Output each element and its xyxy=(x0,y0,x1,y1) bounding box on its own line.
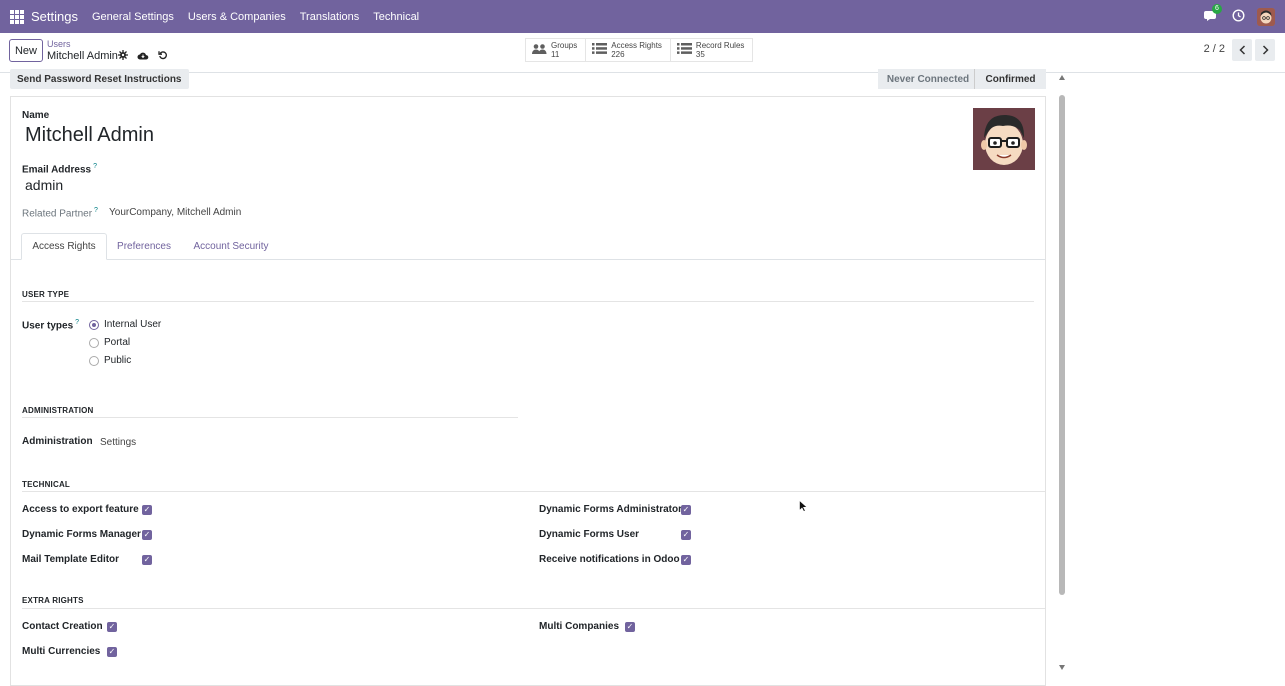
groups-label: Groups xyxy=(551,41,578,50)
groups-smart-button[interactable]: Groups 11 xyxy=(526,39,587,61)
stage-never-connected[interactable]: Never Connected xyxy=(878,69,978,89)
section-user-type: USER TYPE xyxy=(22,290,70,299)
pager-next-button[interactable] xyxy=(1255,39,1275,61)
multi-companies-label: Multi Companies xyxy=(539,621,620,632)
receive-notifications-checkbox[interactable]: ✓ xyxy=(681,555,691,565)
user-photo[interactable] xyxy=(973,108,1035,170)
section-technical: TECHNICAL xyxy=(22,480,71,489)
record-rules-smart-button[interactable]: Record Rules 35 xyxy=(670,39,753,61)
mouse-cursor-icon xyxy=(799,500,807,512)
radio-label: Portal xyxy=(104,337,131,348)
control-panel: New Users Mitchell Admin Groups 11 Acces… xyxy=(0,33,1285,73)
multi-currencies-label: Multi Currencies xyxy=(22,646,101,657)
list-icon xyxy=(592,43,608,57)
pager-value[interactable]: 2 / 2 xyxy=(1204,43,1225,55)
breadcrumb-current: Mitchell Admin xyxy=(47,50,118,62)
contact-creation-label: Contact Creation xyxy=(22,621,103,632)
stage-confirmed[interactable]: Confirmed xyxy=(974,69,1046,89)
menu-users-companies[interactable]: Users & Companies xyxy=(188,11,286,23)
dynamic-forms-user-label: Dynamic Forms User xyxy=(539,529,640,540)
radio-internal-user[interactable]: Internal User xyxy=(89,319,161,330)
contact-creation-checkbox[interactable]: ✓ xyxy=(107,622,117,632)
breadcrumb-users[interactable]: Users xyxy=(47,39,71,49)
section-divider xyxy=(22,491,1045,492)
tab-access-rights[interactable]: Access Rights xyxy=(21,233,107,260)
radio-label: Public xyxy=(104,355,132,366)
app-brand[interactable]: Settings xyxy=(31,9,78,24)
section-divider xyxy=(22,608,1045,609)
name-field[interactable]: Mitchell Admin xyxy=(25,124,154,147)
chevron-right-icon xyxy=(1262,45,1269,55)
dynamic-forms-manager-checkbox[interactable]: ✓ xyxy=(142,530,152,540)
related-partner-link[interactable]: YourCompany, Mitchell Admin xyxy=(109,207,241,218)
form-statusbar: Send Password Reset Instructions Never C… xyxy=(10,69,1046,90)
access-rights-count: 226 xyxy=(611,50,625,59)
radio-button[interactable] xyxy=(89,355,99,366)
name-label: Name xyxy=(22,110,50,121)
smart-buttons: Groups 11 Access Rights 226 Record Rules… xyxy=(525,38,754,62)
email-field[interactable]: admin xyxy=(25,177,63,193)
discard-icon[interactable] xyxy=(158,50,168,63)
help-tooltip-icon[interactable]: ? xyxy=(93,163,97,170)
menu-technical[interactable]: Technical xyxy=(373,11,419,23)
multi-companies-checkbox[interactable]: ✓ xyxy=(625,622,635,632)
dynamic-forms-manager-label: Dynamic Forms Manager xyxy=(22,529,141,540)
help-tooltip-icon[interactable]: ? xyxy=(94,207,98,214)
messaging-badge: 6 xyxy=(1212,3,1222,14)
administration-select[interactable]: Settings xyxy=(100,437,136,448)
section-divider xyxy=(22,301,1034,302)
access-export-label: Access to export feature xyxy=(22,504,139,515)
user-types-label: User types? xyxy=(22,319,80,332)
scroll-up-icon[interactable] xyxy=(1059,75,1065,80)
multi-currencies-checkbox[interactable]: ✓ xyxy=(107,647,117,657)
mail-template-editor-checkbox[interactable]: ✓ xyxy=(142,555,152,565)
gear-icon[interactable] xyxy=(118,50,128,63)
record-rules-count: 35 xyxy=(695,50,705,59)
record-actions xyxy=(118,50,168,63)
access-rights-smart-button[interactable]: Access Rights 226 xyxy=(586,39,671,61)
list-icon xyxy=(676,43,692,57)
users-icon xyxy=(532,43,547,58)
access-export-checkbox[interactable]: ✓ xyxy=(142,505,152,515)
pager-previous-button[interactable] xyxy=(1232,39,1252,61)
help-tooltip-icon[interactable]: ? xyxy=(75,319,79,326)
send-password-reset-button[interactable]: Send Password Reset Instructions xyxy=(10,69,189,89)
tab-account-security[interactable]: Account Security xyxy=(187,233,275,260)
access-rights-label: Access Rights xyxy=(611,41,662,50)
notebook-tabs: Access Rights Preferences Account Securi… xyxy=(11,233,1045,260)
scroll-thumb[interactable] xyxy=(1059,95,1065,595)
user-avatar[interactable] xyxy=(1257,7,1275,26)
form-scrollbar[interactable] xyxy=(1058,75,1066,672)
form-sheet: Name Mitchell Admin Email Address? admin… xyxy=(10,96,1046,686)
administration-label: Administration xyxy=(22,436,93,447)
dynamic-forms-admin-label: Dynamic Forms Administrator xyxy=(539,504,682,515)
menu-general-settings[interactable]: General Settings xyxy=(92,11,174,23)
receive-notifications-label: Receive notifications in Odoo xyxy=(539,554,680,565)
cloud-save-icon[interactable] xyxy=(137,51,149,63)
email-label: Email Address? xyxy=(22,163,98,176)
messaging-icon[interactable]: 6 xyxy=(1204,3,1222,24)
clock-icon[interactable] xyxy=(1232,8,1245,25)
related-partner-label: Related Partner? xyxy=(22,207,98,220)
radio-label: Internal User xyxy=(104,319,162,330)
radio-portal[interactable]: Portal xyxy=(89,337,130,348)
top-navbar: Settings General Settings Users & Compan… xyxy=(0,0,1285,33)
scroll-down-icon[interactable] xyxy=(1059,665,1065,670)
record-rules-label: Record Rules xyxy=(695,41,745,50)
mail-template-editor-label: Mail Template Editor xyxy=(22,554,120,565)
apps-menu-icon[interactable] xyxy=(10,9,24,24)
radio-public[interactable]: Public xyxy=(89,355,131,366)
new-button[interactable]: New xyxy=(9,39,43,62)
dynamic-forms-user-checkbox[interactable]: ✓ xyxy=(681,530,691,540)
groups-count: 11 xyxy=(551,50,560,59)
section-extra-rights: EXTRA RIGHTS xyxy=(22,596,84,605)
radio-button-selected[interactable] xyxy=(89,319,99,330)
section-administration: ADMINISTRATION xyxy=(22,406,94,415)
dynamic-forms-admin-checkbox[interactable]: ✓ xyxy=(681,505,691,515)
section-divider xyxy=(22,417,518,418)
chevron-left-icon xyxy=(1238,45,1245,55)
tab-preferences[interactable]: Preferences xyxy=(109,233,179,260)
menu-translations[interactable]: Translations xyxy=(300,11,360,23)
radio-button[interactable] xyxy=(89,337,99,348)
